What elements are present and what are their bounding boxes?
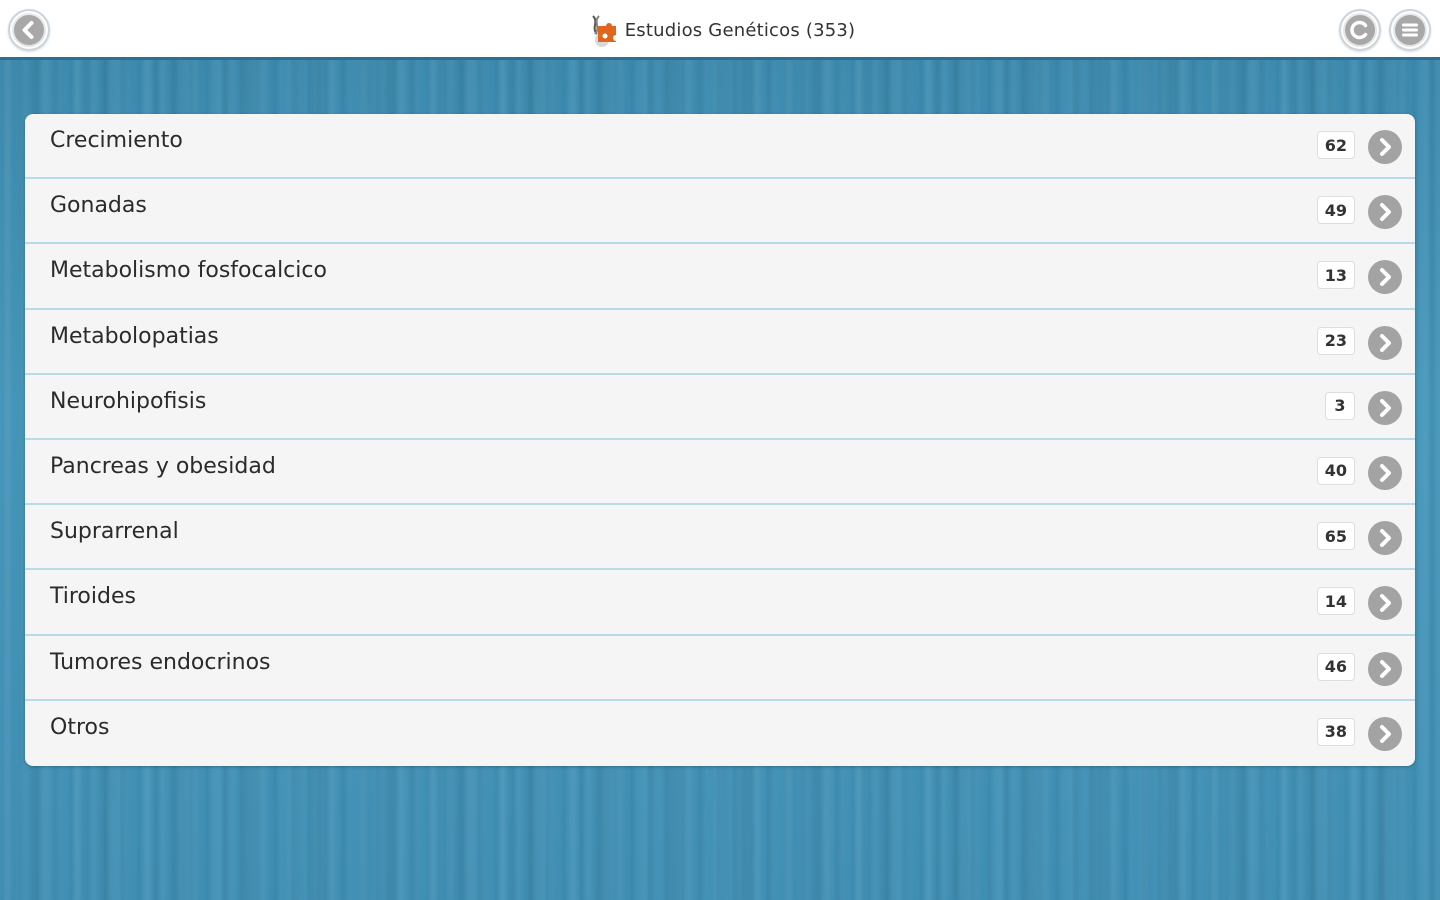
- list-item-metabolopatias[interactable]: Metabolopatias 23: [25, 310, 1415, 375]
- chevron-right-icon[interactable]: [1368, 260, 1402, 295]
- chevron-right-icon[interactable]: [1368, 390, 1402, 425]
- item-label: Metabolismo fosfocalcico: [50, 258, 327, 284]
- top-bar: Estudios Genéticos (353): [0, 0, 1440, 60]
- count-badge: 13: [1316, 261, 1355, 290]
- item-label: Tumores endocrinos: [50, 649, 271, 675]
- count-badge: 62: [1316, 131, 1355, 159]
- count-badge: 23: [1316, 326, 1355, 355]
- item-label: Pancreas y obesidad: [50, 453, 276, 479]
- list-item-otros[interactable]: Otros 38: [25, 701, 1415, 766]
- chevron-right-icon[interactable]: [1368, 716, 1402, 751]
- item-label: Crecimiento: [50, 128, 183, 153]
- copyright-refresh-icon: [1345, 15, 1375, 45]
- chevron-right-icon[interactable]: [1368, 521, 1402, 556]
- item-label: Neurohipofisis: [50, 388, 207, 414]
- list-item-metabolismo-fosfocalcico[interactable]: Metabolismo fosfocalcico 13: [25, 244, 1415, 310]
- count-badge: 49: [1316, 196, 1355, 225]
- back-arrow-icon: [14, 15, 44, 45]
- category-list: Crecimiento 62 Gonadas 49 Metabolismo fo…: [25, 114, 1415, 766]
- chevron-right-icon[interactable]: [1368, 586, 1402, 621]
- item-label: Gonadas: [50, 193, 147, 219]
- item-label: Otros: [50, 714, 110, 740]
- item-label: Metabolopatias: [50, 323, 219, 349]
- list-item-crecimiento[interactable]: Crecimiento 62: [25, 114, 1415, 180]
- chevron-right-icon[interactable]: [1368, 130, 1402, 164]
- count-badge: 65: [1316, 522, 1355, 551]
- count-badge: 40: [1316, 456, 1355, 485]
- list-item-pancreas-y-obesidad[interactable]: Pancreas y obesidad 40: [25, 440, 1415, 506]
- count-badge: 38: [1316, 717, 1355, 746]
- chevron-right-icon[interactable]: [1368, 325, 1402, 360]
- refresh-button[interactable]: [1339, 9, 1381, 51]
- count-badge: 3: [1325, 391, 1355, 420]
- back-button[interactable]: [8, 9, 50, 51]
- list-item-tiroides[interactable]: Tiroides 14: [25, 570, 1415, 636]
- title-area: Estudios Genéticos (353): [0, 0, 1440, 60]
- count-badge: 14: [1316, 587, 1355, 616]
- list-item-neurohipofisis[interactable]: Neurohipofisis 3: [25, 375, 1415, 440]
- page-title: Estudios Genéticos (353): [624, 19, 856, 41]
- list-item-tumores-endocrinos[interactable]: Tumores endocrinos 46: [25, 636, 1415, 701]
- hamburger-menu-icon: [1395, 15, 1425, 45]
- chevron-right-icon[interactable]: [1368, 455, 1402, 490]
- chevron-right-icon[interactable]: [1368, 651, 1402, 686]
- dna-puzzle-icon: [585, 12, 619, 48]
- menu-button[interactable]: [1389, 9, 1431, 51]
- list-item-gonadas[interactable]: Gonadas 49: [25, 179, 1415, 245]
- item-label: Tiroides: [50, 584, 136, 610]
- item-label: Suprarrenal: [50, 519, 179, 545]
- count-badge: 46: [1316, 652, 1355, 681]
- chevron-right-icon[interactable]: [1368, 195, 1402, 230]
- list-item-suprarrenal[interactable]: Suprarrenal 65: [25, 505, 1415, 571]
